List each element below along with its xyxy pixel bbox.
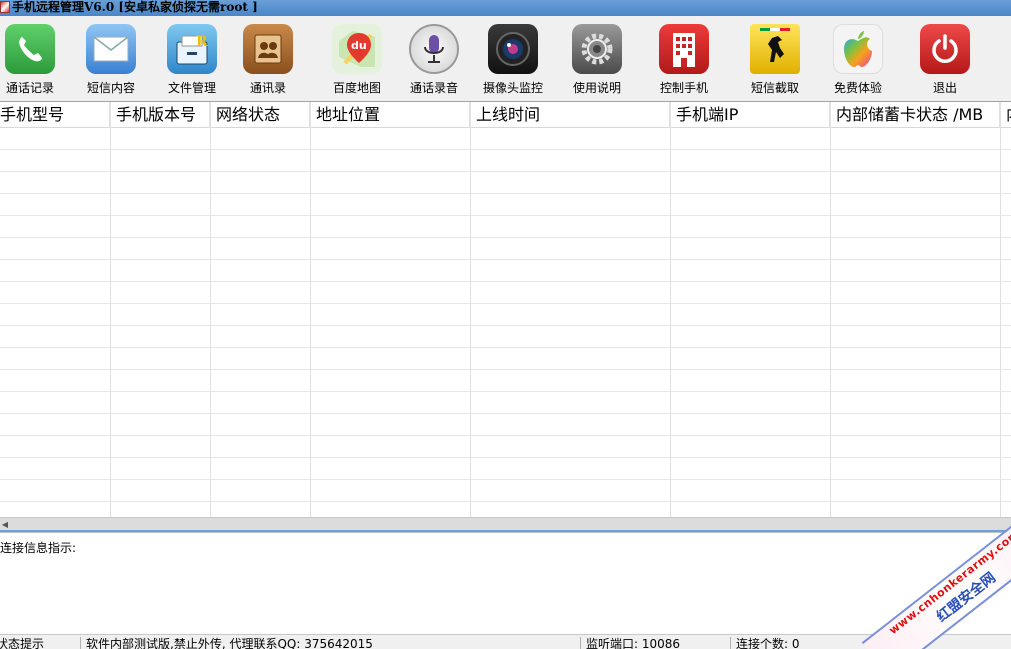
control-phone-button[interactable]: 控制手机 bbox=[648, 16, 720, 100]
free-trial-label: 免费体验 bbox=[833, 81, 882, 95]
status-divider bbox=[580, 637, 581, 649]
column-header-storage-status[interactable]: 内部储蓄卡状态 /MB bbox=[830, 102, 1000, 128]
table-row[interactable] bbox=[0, 370, 1011, 392]
camera-monitor-button[interactable]: 摄像头监控 bbox=[477, 16, 549, 100]
sms-intercept-label: 短信截取 bbox=[750, 81, 799, 95]
sms-content-button[interactable]: 短信内容 bbox=[75, 16, 147, 100]
table-row[interactable] bbox=[0, 392, 1011, 414]
status-divider bbox=[80, 637, 81, 649]
table-row[interactable] bbox=[0, 238, 1011, 260]
camera-monitor-label: 摄像头监控 bbox=[482, 81, 543, 95]
connection-info-panel[interactable]: 连接信息指示: bbox=[0, 532, 1011, 634]
app-icon bbox=[0, 1, 10, 13]
title-bar: 手机远程管理V6.0 [安卓私家侦探无需root ] bbox=[0, 0, 1011, 16]
table-row[interactable] bbox=[0, 436, 1011, 458]
status-bar: 状态提示 软件内部测试版,禁止外传, 代理联系QQ: 375642015 监听端… bbox=[0, 634, 1011, 649]
table-row[interactable] bbox=[0, 260, 1011, 282]
contacts-book-icon bbox=[243, 24, 293, 74]
table-row[interactable] bbox=[0, 282, 1011, 304]
exit-button[interactable]: 退出 bbox=[909, 16, 981, 100]
baidu-map-button[interactable]: du 百度地图 bbox=[321, 16, 393, 100]
table-row[interactable] bbox=[0, 348, 1011, 370]
microphone-icon bbox=[409, 24, 459, 74]
column-divider bbox=[110, 102, 111, 517]
column-header-phone-model[interactable]: 手机型号 bbox=[0, 102, 110, 128]
status-listen-port: 监听端口: 10086 bbox=[586, 637, 681, 649]
column-header-location[interactable]: 地址位置 bbox=[310, 102, 470, 128]
table-row[interactable] bbox=[0, 216, 1011, 238]
status-hint: 状态提示 bbox=[0, 637, 45, 649]
table-row[interactable] bbox=[0, 128, 1011, 150]
table-row[interactable] bbox=[0, 458, 1011, 480]
status-notice: 软件内部测试版,禁止外传, 代理联系QQ: 375642015 bbox=[86, 637, 373, 649]
column-header-network-status[interactable]: 网络状态 bbox=[210, 102, 310, 128]
camera-lens-icon bbox=[488, 24, 538, 74]
table-row[interactable] bbox=[0, 194, 1011, 216]
column-divider bbox=[310, 102, 311, 517]
exit-label: 退出 bbox=[932, 81, 957, 95]
table-body bbox=[0, 128, 1011, 517]
column-header-online-time[interactable]: 上线时间 bbox=[470, 102, 670, 128]
file-manager-button[interactable]: R 文件管理 bbox=[156, 16, 228, 100]
scroll-left-arrow-icon[interactable]: ◀ bbox=[0, 519, 10, 530]
sms-content-label: 短信内容 bbox=[86, 81, 135, 95]
column-divider bbox=[670, 102, 671, 517]
instructions-label: 使用说明 bbox=[572, 81, 621, 95]
instructions-button[interactable]: 使用说明 bbox=[561, 16, 633, 100]
contacts-label: 通讯录 bbox=[249, 81, 286, 95]
table-row[interactable] bbox=[0, 172, 1011, 194]
call-log-label: 通话记录 bbox=[5, 81, 54, 95]
call-recording-button[interactable]: 通话录音 bbox=[398, 16, 470, 100]
table-row[interactable] bbox=[0, 326, 1011, 348]
hotel-building-icon bbox=[659, 24, 709, 74]
file-manager-label: 文件管理 bbox=[167, 81, 216, 95]
table-header: 手机型号 手机版本号 网络状态 地址位置 上线时间 手机端IP 内部储蓄卡状态 … bbox=[0, 102, 1011, 128]
table-row[interactable] bbox=[0, 502, 1011, 517]
connection-info-label: 连接信息指示: bbox=[0, 541, 77, 555]
free-trial-button[interactable]: 免费体验 bbox=[822, 16, 894, 100]
column-divider bbox=[210, 102, 211, 517]
column-divider bbox=[830, 102, 831, 517]
table-row[interactable] bbox=[0, 480, 1011, 502]
column-divider bbox=[470, 102, 471, 517]
envelope-icon bbox=[86, 24, 136, 74]
status-connection-count: 连接个数: 0 bbox=[736, 637, 800, 649]
column-header-phone-ip[interactable]: 手机端IP bbox=[670, 102, 830, 128]
map-pin-icon: du bbox=[332, 24, 382, 74]
apple-logo-icon bbox=[833, 24, 883, 74]
call-log-button[interactable]: 通话记录 bbox=[0, 16, 66, 100]
device-list-table[interactable]: 手机型号 手机版本号 网络状态 地址位置 上线时间 手机端IP 内部储蓄卡状态 … bbox=[0, 101, 1011, 517]
status-divider bbox=[730, 637, 731, 649]
baidu-map-label: 百度地图 bbox=[332, 81, 381, 95]
horizontal-scrollbar[interactable]: ◀ bbox=[0, 517, 1011, 530]
svg-text:du: du bbox=[351, 39, 367, 52]
ferrari-horse-icon bbox=[750, 24, 800, 74]
contacts-button[interactable]: 通讯录 bbox=[232, 16, 304, 100]
toolbar: 通话记录 短信内容 R 文件管理 通讯录 du 百度地图 通话录音 摄像头监控 … bbox=[0, 16, 1011, 100]
table-row[interactable] bbox=[0, 304, 1011, 326]
column-divider bbox=[1000, 102, 1001, 517]
call-recording-label: 通话录音 bbox=[409, 81, 458, 95]
power-icon bbox=[920, 24, 970, 74]
column-header-phone-version[interactable]: 手机版本号 bbox=[110, 102, 210, 128]
phone-call-icon bbox=[5, 24, 55, 74]
gear-icon bbox=[572, 24, 622, 74]
column-header-truncated[interactable]: 内 bbox=[1000, 102, 1011, 128]
table-row[interactable] bbox=[0, 150, 1011, 172]
svg-text:R: R bbox=[196, 34, 208, 50]
file-cabinet-icon: R bbox=[167, 24, 217, 74]
control-phone-label: 控制手机 bbox=[659, 81, 708, 95]
window-title: 手机远程管理V6.0 [安卓私家侦探无需root ] bbox=[12, 0, 258, 14]
table-row[interactable] bbox=[0, 414, 1011, 436]
sms-intercept-button[interactable]: 短信截取 bbox=[739, 16, 811, 100]
